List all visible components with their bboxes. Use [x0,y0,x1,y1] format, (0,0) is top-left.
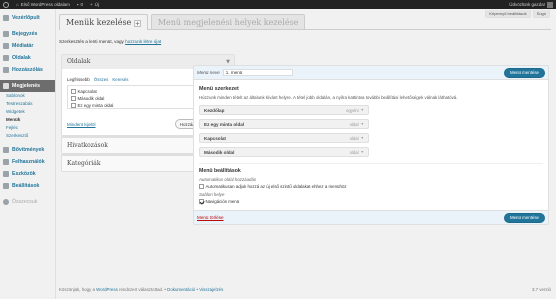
sidebar-item-users[interactable]: Felhasználók [0,156,55,168]
tab-view-all[interactable]: Összes [94,77,109,82]
auto-add-option[interactable]: Automatikusan adjuk hozzá az új első szi… [199,184,543,189]
wordpress-logo-icon [3,1,9,8]
new-content-menu[interactable]: + Új [90,2,99,7]
sidebar-item-media[interactable]: Médiatár [0,40,55,52]
menu-settings: Menü beállítások Automatikus oldal hozzá… [199,163,543,204]
menu-management: Menü neve 1. menü Menü mentése Menü szer… [193,65,549,225]
sidebar-item-tools[interactable]: Eszközök [0,168,55,180]
new-label: Új [94,2,99,7]
plugin-icon [3,147,9,153]
page-checkbox[interactable] [71,103,76,108]
media-icon [3,43,9,49]
settings-title: Menü beállítások [199,168,241,174]
item-expand-icon[interactable]: ▼ [361,136,364,140]
feedback-link[interactable]: Visszajelzés [199,287,223,292]
wordpress-link[interactable]: WordPress [96,287,118,292]
my-account-menu[interactable]: Üdvözlünk gazda! [509,1,553,8]
page-checkbox[interactable] [71,89,76,94]
comments-menu[interactable]: ▪ 0 [77,2,83,7]
delete-menu-link[interactable]: Menü törlése [197,215,224,220]
submenu-menus[interactable]: Menük [0,116,55,124]
select-all-link[interactable]: Mindent kijelöl [67,122,96,127]
version-text: 3.7 verzió [531,287,551,292]
comment-icon [3,67,9,73]
menu-item[interactable]: Második oldal oldal ▼ [199,147,369,157]
tab-manage-locations[interactable]: Menü megjelenési helyek kezelése [150,14,306,29]
page-icon [3,55,9,61]
intro-text: Szerkesztés a lenti menüt, vagy hozzunk … [59,39,162,44]
avatar [547,1,553,8]
item-expand-icon[interactable]: ▼ [361,108,364,112]
pin-icon [3,31,9,37]
auto-add-checkbox[interactable] [199,184,204,189]
add-menu-icon[interactable] [133,19,141,27]
admin-footer: Köszönjük, hogy a WordPress rendszert vá… [59,287,551,292]
menu-footer: Menü törlése Menü mentése [193,211,549,225]
site-name-menu[interactable]: ⌂ Első WordPress oldalam [16,2,70,7]
admin-sidebar: Vezérlőpult Bejegyzés Médiatár Oldalak H… [0,9,56,299]
sidebar-item-posts[interactable]: Bejegyzés [0,28,55,40]
menu-item[interactable]: Kezdőlap egyéni ▼ [199,105,369,115]
collapse-icon [3,199,9,205]
admin-bar: ⌂ Első WordPress oldalam ▪ 0 + Új Üdvözl… [0,0,556,9]
wp-logo-menu[interactable] [3,1,9,8]
structure-description: Húzzunk minden tételt az általunk kívánt… [199,95,458,100]
tools-icon [3,171,9,177]
create-menu-link[interactable]: hozzunk létre újat [125,39,161,44]
submenu-widgets[interactable]: Widgetek [0,108,55,116]
save-menu-button-bottom[interactable]: Menü mentése [503,212,545,223]
menu-item[interactable]: Ez egy minta oldal oldal ▼ [199,119,369,129]
menu-name-label: Menü neve [197,70,220,75]
submenu-editor[interactable]: Szerkesztő [0,132,55,140]
main-content: Menük kezelése Menü megjelenési helyek k… [59,12,551,44]
submenu-themes[interactable]: Sablonok [0,92,55,100]
home-icon: ⌂ [16,2,19,7]
collapse-menu-button[interactable]: Összecsuk [0,196,55,208]
menu-name-input[interactable]: 1. menü [222,69,293,76]
footer-thanks: Köszönjük, hogy a WordPress rendszert vá… [59,287,224,292]
page-checkbox[interactable] [71,96,76,101]
appearance-icon [3,83,9,89]
sidebar-item-comments[interactable]: Hozzászólás [0,64,55,76]
comments-count: 0 [80,2,84,7]
sidebar-item-plugins[interactable]: Bővítmények [0,144,55,156]
comment-icon: ▪ [76,2,79,7]
menu-item[interactable]: Kapcsolat oldal ▼ [199,133,369,143]
sidebar-item-appearance[interactable]: Megjelenés [0,80,55,92]
tab-most-recent[interactable]: Legfrissebb [67,77,90,82]
location-heading: Sablon helye [199,192,225,197]
settings-icon [3,183,9,189]
tab-edit-menus[interactable]: Menük kezelése [59,14,148,30]
submenu-customize[interactable]: Testreszabás [0,100,55,108]
plus-icon: + [90,2,93,7]
location-option[interactable]: Navigációs menü [199,199,543,204]
users-icon [3,159,9,165]
sidebar-item-pages[interactable]: Oldalak [0,52,55,64]
auto-add-heading: Automatikus oldal hozzáadás [199,177,257,182]
submenu-header[interactable]: Fejléc [0,124,55,132]
location-checkbox[interactable] [199,199,204,204]
menu-header: Menü neve 1. menü Menü mentése [193,65,549,79]
save-menu-button-top[interactable]: Menü mentése [503,67,545,78]
site-name: Első WordPress oldalam [20,2,70,7]
nav-tabs: Menük kezelése Menü megjelenési helyek k… [59,12,551,30]
structure-title: Menü szerkezet [199,86,239,92]
dashboard-icon [3,15,9,21]
sidebar-item-settings[interactable]: Beállítások [0,180,55,192]
menu-body: Menü szerkezet Húzzunk minden tételt az … [193,79,549,211]
documentation-link[interactable]: Dokumentáció [167,287,195,292]
item-expand-icon[interactable]: ▼ [361,122,364,126]
sidebar-item-dashboard[interactable]: Vezérlőpult [0,12,55,24]
howdy-text: Üdvözlünk gazda! [509,2,545,7]
item-expand-icon[interactable]: ▼ [361,150,364,154]
tab-search[interactable]: Keresés [112,77,128,82]
